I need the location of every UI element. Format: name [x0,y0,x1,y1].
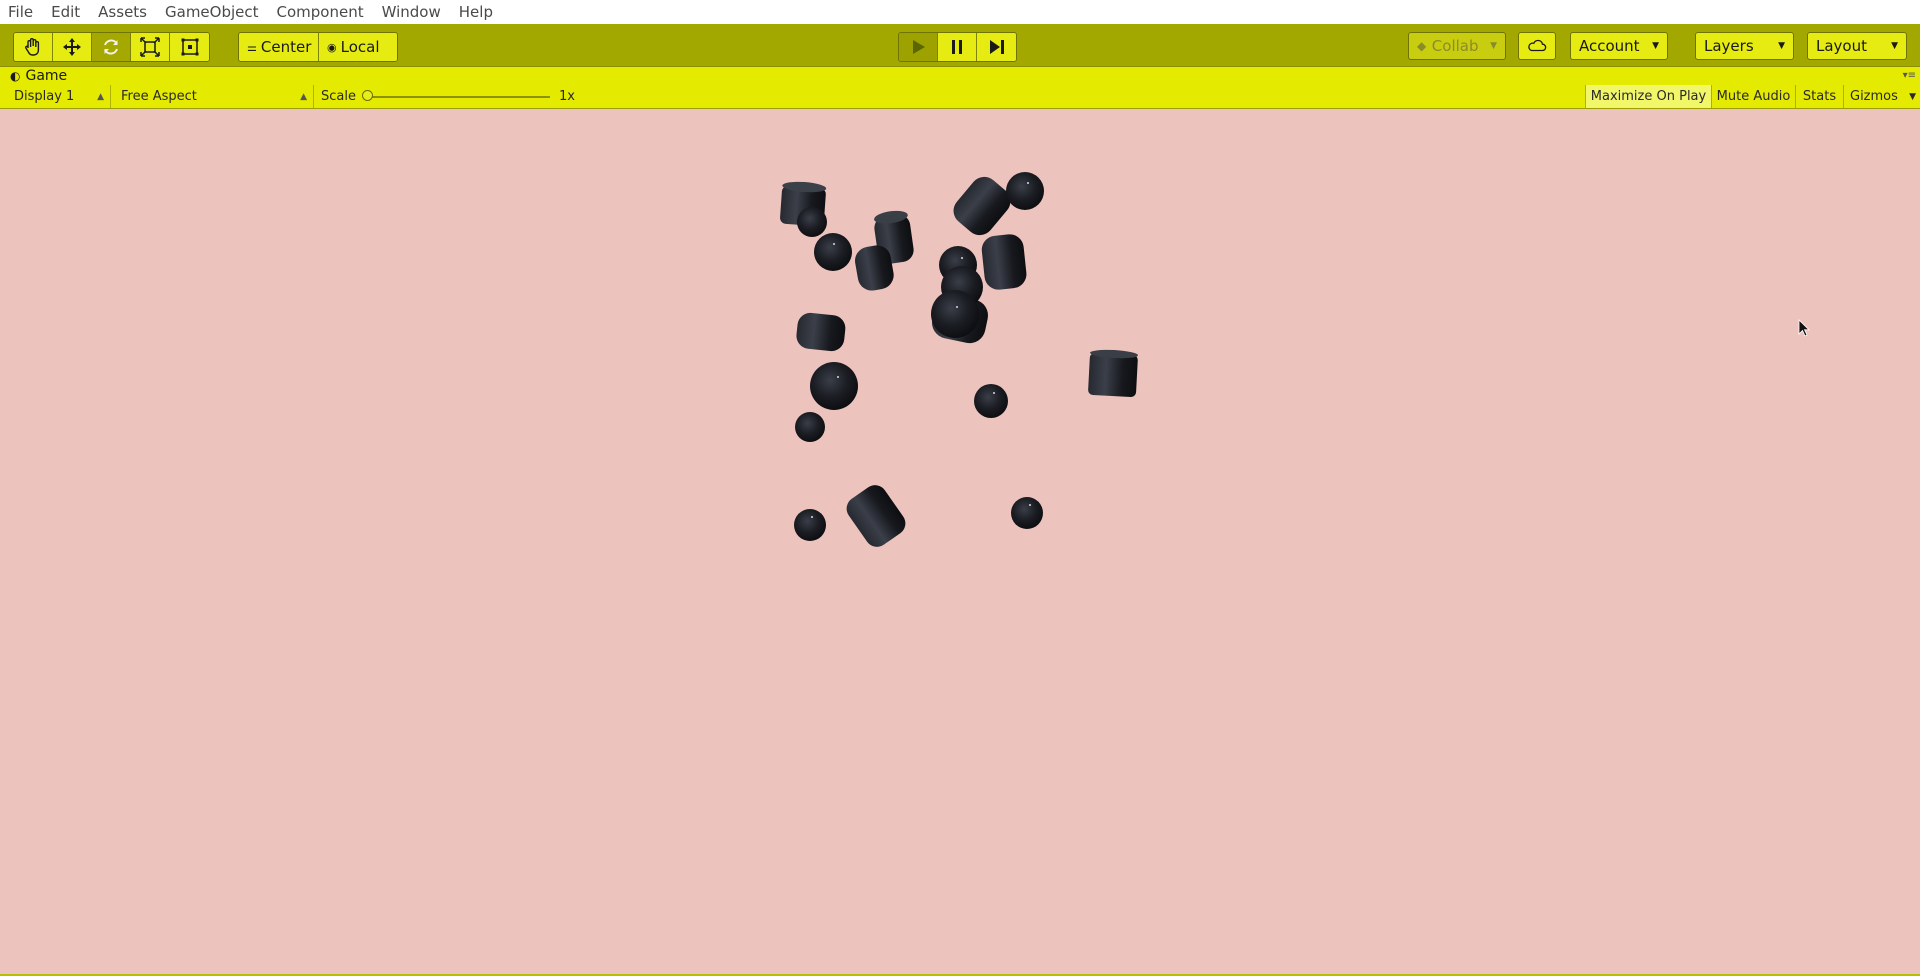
cloud-button[interactable] [1518,32,1556,60]
cylinder-object [796,312,846,352]
aspect-updown-icon: ▲ [300,91,307,102]
rect-tool-button[interactable] [170,33,209,61]
specular-highlights [811,182,1031,518]
sphere-object [1011,497,1043,529]
account-caret-icon: ▼ [1652,41,1659,51]
cylinder-object [846,485,906,547]
mute-audio-toggle[interactable]: Mute Audio [1711,85,1795,108]
tab-game-label: Game [25,68,68,84]
rotate-icon [104,39,118,55]
maximize-on-play-toggle[interactable]: Maximize On Play [1585,85,1711,108]
menu-gameobject[interactable]: GameObject [156,0,268,24]
game-view-toolbar: Display 1 ▲ Free Aspect ▲ Scale 1x Maxim… [0,85,1920,109]
move-icon [63,38,81,56]
step-icon [989,40,1004,54]
layers-dropdown[interactable]: Layers ▼ [1695,32,1794,60]
menu-file[interactable]: File [0,0,42,24]
collab-dropdown[interactable]: ◆ Collab ▼ [1408,32,1506,60]
mute-audio-label: Mute Audio [1716,89,1791,104]
pivot-center-button[interactable]: ⚌ Center [239,33,319,61]
gizmos-label: Gizmos [1850,89,1898,104]
move-tool-button[interactable] [53,33,92,61]
mouse-cursor-icon [1798,319,1810,337]
play-icon [913,40,925,54]
menu-assets[interactable]: Assets [89,0,156,24]
layout-dropdown[interactable]: Layout ▼ [1807,32,1907,60]
menu-help[interactable]: Help [450,0,502,24]
cylinder-object [953,176,1011,236]
aspect-label: Free Aspect [121,89,197,104]
tab-game[interactable]: ◐ Game [10,67,67,85]
layers-label: Layers [1704,37,1754,55]
sphere-object [931,290,979,338]
play-button[interactable] [899,33,938,61]
scale-icon [140,37,160,57]
rect-icon [181,38,198,56]
scale-slider-thumb[interactable] [362,90,373,101]
pause-icon [952,40,962,54]
layout-label: Layout [1816,37,1867,55]
layers-caret-icon: ▼ [1778,41,1785,51]
cylinder-object [981,234,1027,290]
menu-component[interactable]: Component [268,0,373,24]
main-toolbar: ⚌ Center ◉ Local ◆ Collab ▼ Account ▼ La… [0,24,1920,67]
scale-value: 1x [559,89,575,104]
hand-tool-button[interactable] [14,33,53,61]
sphere-object [814,233,852,271]
rotate-tool-button[interactable] [92,33,131,61]
pacman-icon: ◐ [10,69,21,83]
unity-editor-window: File Edit Assets GameObject Component Wi… [0,0,1920,976]
gizmos-caret-icon: ▼ [1909,91,1916,102]
sphere-object [795,412,825,442]
scale-slider-track[interactable] [367,96,550,98]
menu-edit[interactable]: Edit [42,0,89,24]
account-label: Account [1579,37,1640,55]
menu-window[interactable]: Window [373,0,450,24]
transform-tools [13,32,210,62]
display-label: Display 1 [14,89,75,104]
collab-diamond-icon: ◆ [1417,39,1427,53]
playback-controls [898,32,1017,62]
pivot-local-button[interactable]: ◉ Local [319,33,397,61]
scene-objects [780,172,1810,547]
collab-label: Collab [1431,37,1479,55]
game-viewport[interactable] [0,109,1920,974]
sphere-object [810,362,858,410]
aspect-dropdown[interactable]: Free Aspect ▲ [113,85,314,108]
cloud-icon [1528,39,1547,52]
maximize-on-play-label: Maximize On Play [1590,89,1707,104]
cylinder-object [1088,349,1139,397]
scale-tool-button[interactable] [131,33,170,61]
sphere-object [797,207,827,237]
account-dropdown[interactable]: Account ▼ [1570,32,1668,60]
pivot-center-label: Center [260,38,312,56]
sphere-object [1006,172,1044,210]
pause-button[interactable] [938,33,977,61]
menu-bar: File Edit Assets GameObject Component Wi… [0,0,1920,24]
pivot-local-label: Local [340,38,380,56]
layout-caret-icon: ▼ [1891,41,1898,51]
collab-caret-icon: ▼ [1490,41,1497,51]
pivot-center-icon: ⚌ [247,40,257,54]
tab-menu-icon[interactable]: ▾≡ [1903,70,1916,81]
hand-icon [25,38,40,56]
step-button[interactable] [977,33,1016,61]
scale-label: Scale [321,89,356,104]
display-dropdown[interactable]: Display 1 ▲ [6,85,111,108]
gizmos-dropdown[interactable]: Gizmos ▼ [1843,85,1920,108]
local-cube-icon: ◉ [327,40,337,54]
game-tab-bar: ◐ Game ▾≡ [0,67,1920,85]
stats-label: Stats [1802,89,1837,104]
sphere-object [794,509,826,541]
stats-toggle[interactable]: Stats [1795,85,1843,108]
sphere-object [974,384,1008,418]
pivot-toggles: ⚌ Center ◉ Local [238,32,398,62]
display-updown-icon: ▲ [97,91,104,102]
